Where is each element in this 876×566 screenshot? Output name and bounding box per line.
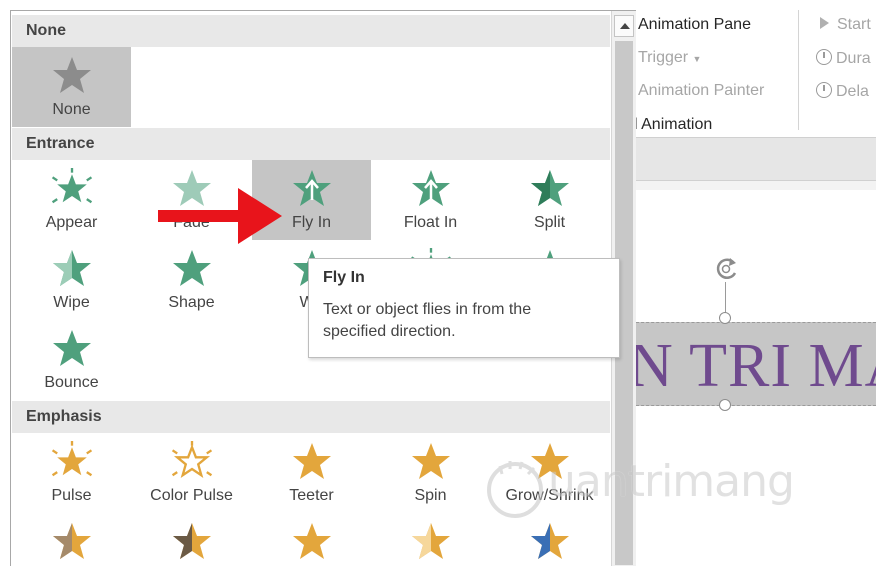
animation-painter-label: Animation Painter xyxy=(638,82,765,99)
animation-tile-label: Wipe xyxy=(53,294,90,311)
animation-tile-pulse[interactable]: Pulse xyxy=(12,433,131,513)
title-placeholder[interactable]: N TRI MA xyxy=(636,322,876,406)
animation-tile-label: Spin xyxy=(414,487,447,504)
star-emphasis-6-icon xyxy=(53,523,91,559)
star-split-icon xyxy=(531,170,569,206)
animation-tile-label: Float In xyxy=(403,214,458,231)
animation-tile-none[interactable]: None xyxy=(12,47,131,127)
animation-tile-color-pulse[interactable]: Color Pulse xyxy=(132,433,251,513)
tooltip-title: Fly In xyxy=(323,269,365,286)
animation-tile-label: Color Pulse xyxy=(150,487,233,504)
clock-icon xyxy=(816,82,832,98)
star-bounce-icon xyxy=(53,330,91,366)
animation-tile-teeter[interactable]: Teeter xyxy=(252,433,371,513)
start-label: Start xyxy=(837,16,871,33)
animation-tile-bounce[interactable]: Bounce xyxy=(12,320,131,400)
animation-tile-split[interactable]: Split xyxy=(490,160,609,240)
animation-tile-label: Appear xyxy=(45,214,98,231)
star-spin-icon xyxy=(412,443,450,479)
animation-pane-button[interactable]: Animation Pane xyxy=(638,16,751,34)
red-arrow-annotation xyxy=(158,188,282,244)
star-emphasis-9-icon xyxy=(412,523,450,559)
animation-tile-label: Teeter xyxy=(289,487,334,504)
start-control[interactable]: Start xyxy=(820,16,871,34)
tooltip-body-line-1: Text or object flies in from the xyxy=(323,301,532,318)
animation-tile-label: None xyxy=(52,101,91,118)
delay-control[interactable]: Dela xyxy=(816,82,869,101)
watermark-logo-icon xyxy=(487,461,543,518)
star-wipe-icon xyxy=(53,250,91,286)
add-animation-label: l Animation xyxy=(634,116,713,133)
animation-tile-label: Pulse xyxy=(51,487,92,504)
section-header-entrance: Entrance xyxy=(12,128,610,160)
animation-tile-label: Shape xyxy=(168,294,215,311)
star-emphasis-7-icon xyxy=(173,523,211,559)
add-animation-group-label: l Animation xyxy=(634,116,712,134)
animation-painter-button[interactable]: Animation Painter xyxy=(638,82,764,100)
resize-handle-bottom[interactable] xyxy=(719,399,731,411)
play-icon xyxy=(820,17,829,29)
star-teeter-icon xyxy=(293,443,331,479)
animation-tile-float-in[interactable]: Float In xyxy=(371,160,490,240)
trigger-button[interactable]: Trigger ▼ xyxy=(638,49,701,67)
animation-tile-star-emphasis-6-icon[interactable] xyxy=(12,513,131,566)
watermark: uantrimang xyxy=(480,450,810,530)
star-pulse-icon xyxy=(51,441,93,477)
animation-tile-star-emphasis-8-icon[interactable] xyxy=(252,513,371,566)
scroll-up-button[interactable] xyxy=(614,15,634,37)
star-fly-in-icon xyxy=(293,170,331,206)
star-emphasis-8-icon xyxy=(293,523,331,559)
star-appear-icon xyxy=(51,168,93,204)
animation-pane-label: Animation Pane xyxy=(638,16,751,33)
star-color-pulse-icon xyxy=(171,441,213,478)
animation-tile-label: Split xyxy=(533,214,566,231)
star-none-icon xyxy=(53,57,91,93)
delay-label: Dela xyxy=(836,83,869,100)
rotate-handle-icon[interactable] xyxy=(712,254,742,284)
tooltip-body-line-2: specified direction. xyxy=(323,323,456,340)
duration-control[interactable]: Dura xyxy=(816,49,871,68)
star-shape-icon xyxy=(173,250,211,286)
star-float-in-icon xyxy=(412,170,450,206)
animation-tile-spin[interactable]: Spin xyxy=(371,433,490,513)
ribbon-bottom-strip xyxy=(612,137,876,181)
animation-tile-wipe[interactable]: Wipe xyxy=(12,240,131,320)
ribbon-divider xyxy=(798,10,799,130)
section-header-none: None xyxy=(12,15,610,47)
slide-title-text: N TRI MA xyxy=(636,332,876,400)
watermark-text: uantrimang xyxy=(548,456,795,507)
animation-tile-star-emphasis-7-icon[interactable] xyxy=(132,513,251,566)
chevron-down-icon: ▼ xyxy=(692,54,702,64)
animation-tile-star-emphasis-9-icon[interactable] xyxy=(371,513,490,566)
animation-tile-label: Bounce xyxy=(44,374,99,391)
trigger-label: Trigger xyxy=(638,49,689,66)
duration-label: Dura xyxy=(836,50,871,67)
animation-tile-appear[interactable]: Appear xyxy=(12,160,131,240)
resize-handle-top[interactable] xyxy=(719,312,731,324)
animation-tile-shape[interactable]: Shape xyxy=(132,240,251,320)
section-header-emphasis: Emphasis xyxy=(12,401,610,433)
fly-in-tooltip: Fly In Text or object flies in from the … xyxy=(308,258,620,358)
clock-icon xyxy=(816,49,832,65)
animations-ribbon: Animation Pane Trigger ▼ Animation Paint… xyxy=(612,0,876,140)
